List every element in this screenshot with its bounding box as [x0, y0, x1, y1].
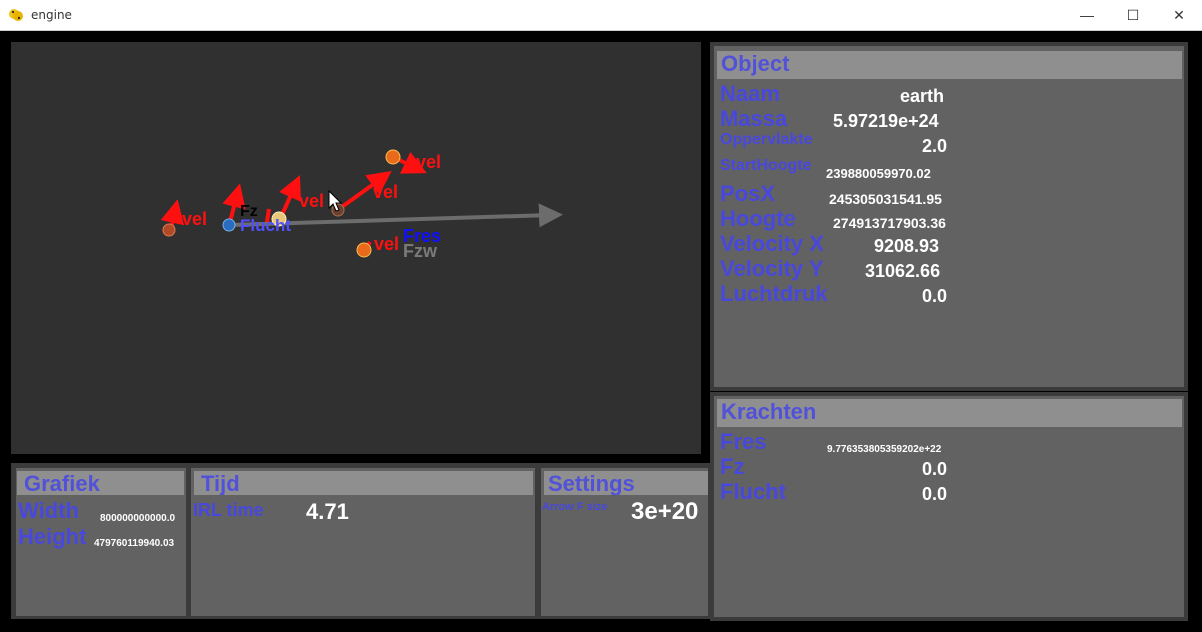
fz-force-value: 0.0	[922, 459, 948, 479]
fres-force-label: Fres	[720, 429, 767, 454]
planet-earth[interactable]	[222, 218, 236, 232]
naam-label: Naam	[720, 81, 780, 106]
vel-label: vel	[416, 152, 441, 172]
title-bar: engine — ☐ ✕	[0, 0, 1202, 31]
settings-panel: Settings	[537, 463, 712, 619]
hoogte-label: Hoogte	[720, 206, 796, 231]
velocity-x-label: Velocity X	[720, 231, 824, 256]
vel-label: vel	[373, 182, 398, 202]
fzw-label: Fzw	[403, 241, 438, 261]
minimize-button[interactable]: —	[1064, 0, 1110, 30]
forces-panel: Krachten	[710, 392, 1188, 621]
vel-label: vel	[182, 209, 207, 229]
width-value: 800000000000.0	[100, 513, 176, 524]
planet-mercury[interactable]	[162, 223, 176, 237]
simulation-viewport[interactable]: vel Fz Flucht vel vel vel vel Fres Fzw	[11, 42, 701, 454]
python-app-icon	[9, 9, 23, 21]
settings-panel-title: Settings	[544, 471, 708, 495]
height-value: 479760119940.03	[94, 538, 175, 549]
forces-panel-title: Krachten	[717, 399, 1182, 427]
flucht-force-value: 0.0	[922, 484, 948, 504]
time-panel-title: Tijd	[194, 471, 533, 495]
vel-label: vel	[374, 234, 399, 254]
velocity-arrow	[222, 183, 246, 223]
velocity-arrow	[279, 175, 301, 218]
velocity-y-value: 31062.66	[865, 261, 941, 281]
starthoogte-label: StartHoogte	[720, 157, 812, 174]
width-label: Width	[18, 498, 79, 523]
maximize-button[interactable]: ☐	[1110, 0, 1156, 30]
posx-value: 245305031541.95	[829, 191, 942, 207]
object-panel-title: Object	[717, 51, 1182, 79]
flucht-force-label: Flucht	[720, 479, 786, 504]
planet-jupiter[interactable]	[385, 149, 401, 165]
time-panel: Tijd	[187, 463, 539, 619]
oppervlakte-value: 2.0	[922, 136, 948, 156]
hoogte-value: 274913717903.36	[833, 215, 946, 231]
velocity-x-value: 9208.93	[874, 236, 940, 256]
arrow-f-size-value[interactable]: 3e+20	[631, 498, 698, 526]
fz-force-label: Fz	[720, 454, 745, 479]
planet-saturn[interactable]	[356, 242, 372, 258]
height-label: Height	[18, 524, 87, 549]
luchtdruk-value: 0.0	[922, 286, 948, 306]
massa-value: 5.97219e+24	[833, 111, 939, 131]
flucht-label: Flucht	[240, 216, 291, 235]
naam-value: earth	[900, 86, 945, 106]
massa-label: Massa	[720, 106, 788, 131]
graph-panel-title: Grafiek	[17, 471, 184, 495]
velocity-y-label: Velocity Y	[720, 256, 824, 281]
posx-label: PosX	[720, 181, 776, 206]
simulation-canvas[interactable]: vel Fz Flucht vel vel vel vel Fres Fzw	[11, 42, 701, 454]
irl-time-value: 4.71	[306, 499, 349, 524]
window-title: engine	[31, 8, 72, 22]
luchtdruk-label: Luchtdruk	[720, 281, 828, 306]
starthoogte-value: 239880059970.02	[826, 166, 931, 181]
oppervlakte-label: Oppervlakte	[720, 131, 813, 148]
fres-force-value: 9.776353805359202e+22	[827, 444, 942, 455]
arrow-f-size-label: Arrow F size	[542, 501, 608, 513]
irl-time-label: IRL time	[193, 500, 264, 520]
close-button[interactable]: ✕	[1156, 0, 1202, 30]
vel-label: vel	[299, 191, 324, 211]
